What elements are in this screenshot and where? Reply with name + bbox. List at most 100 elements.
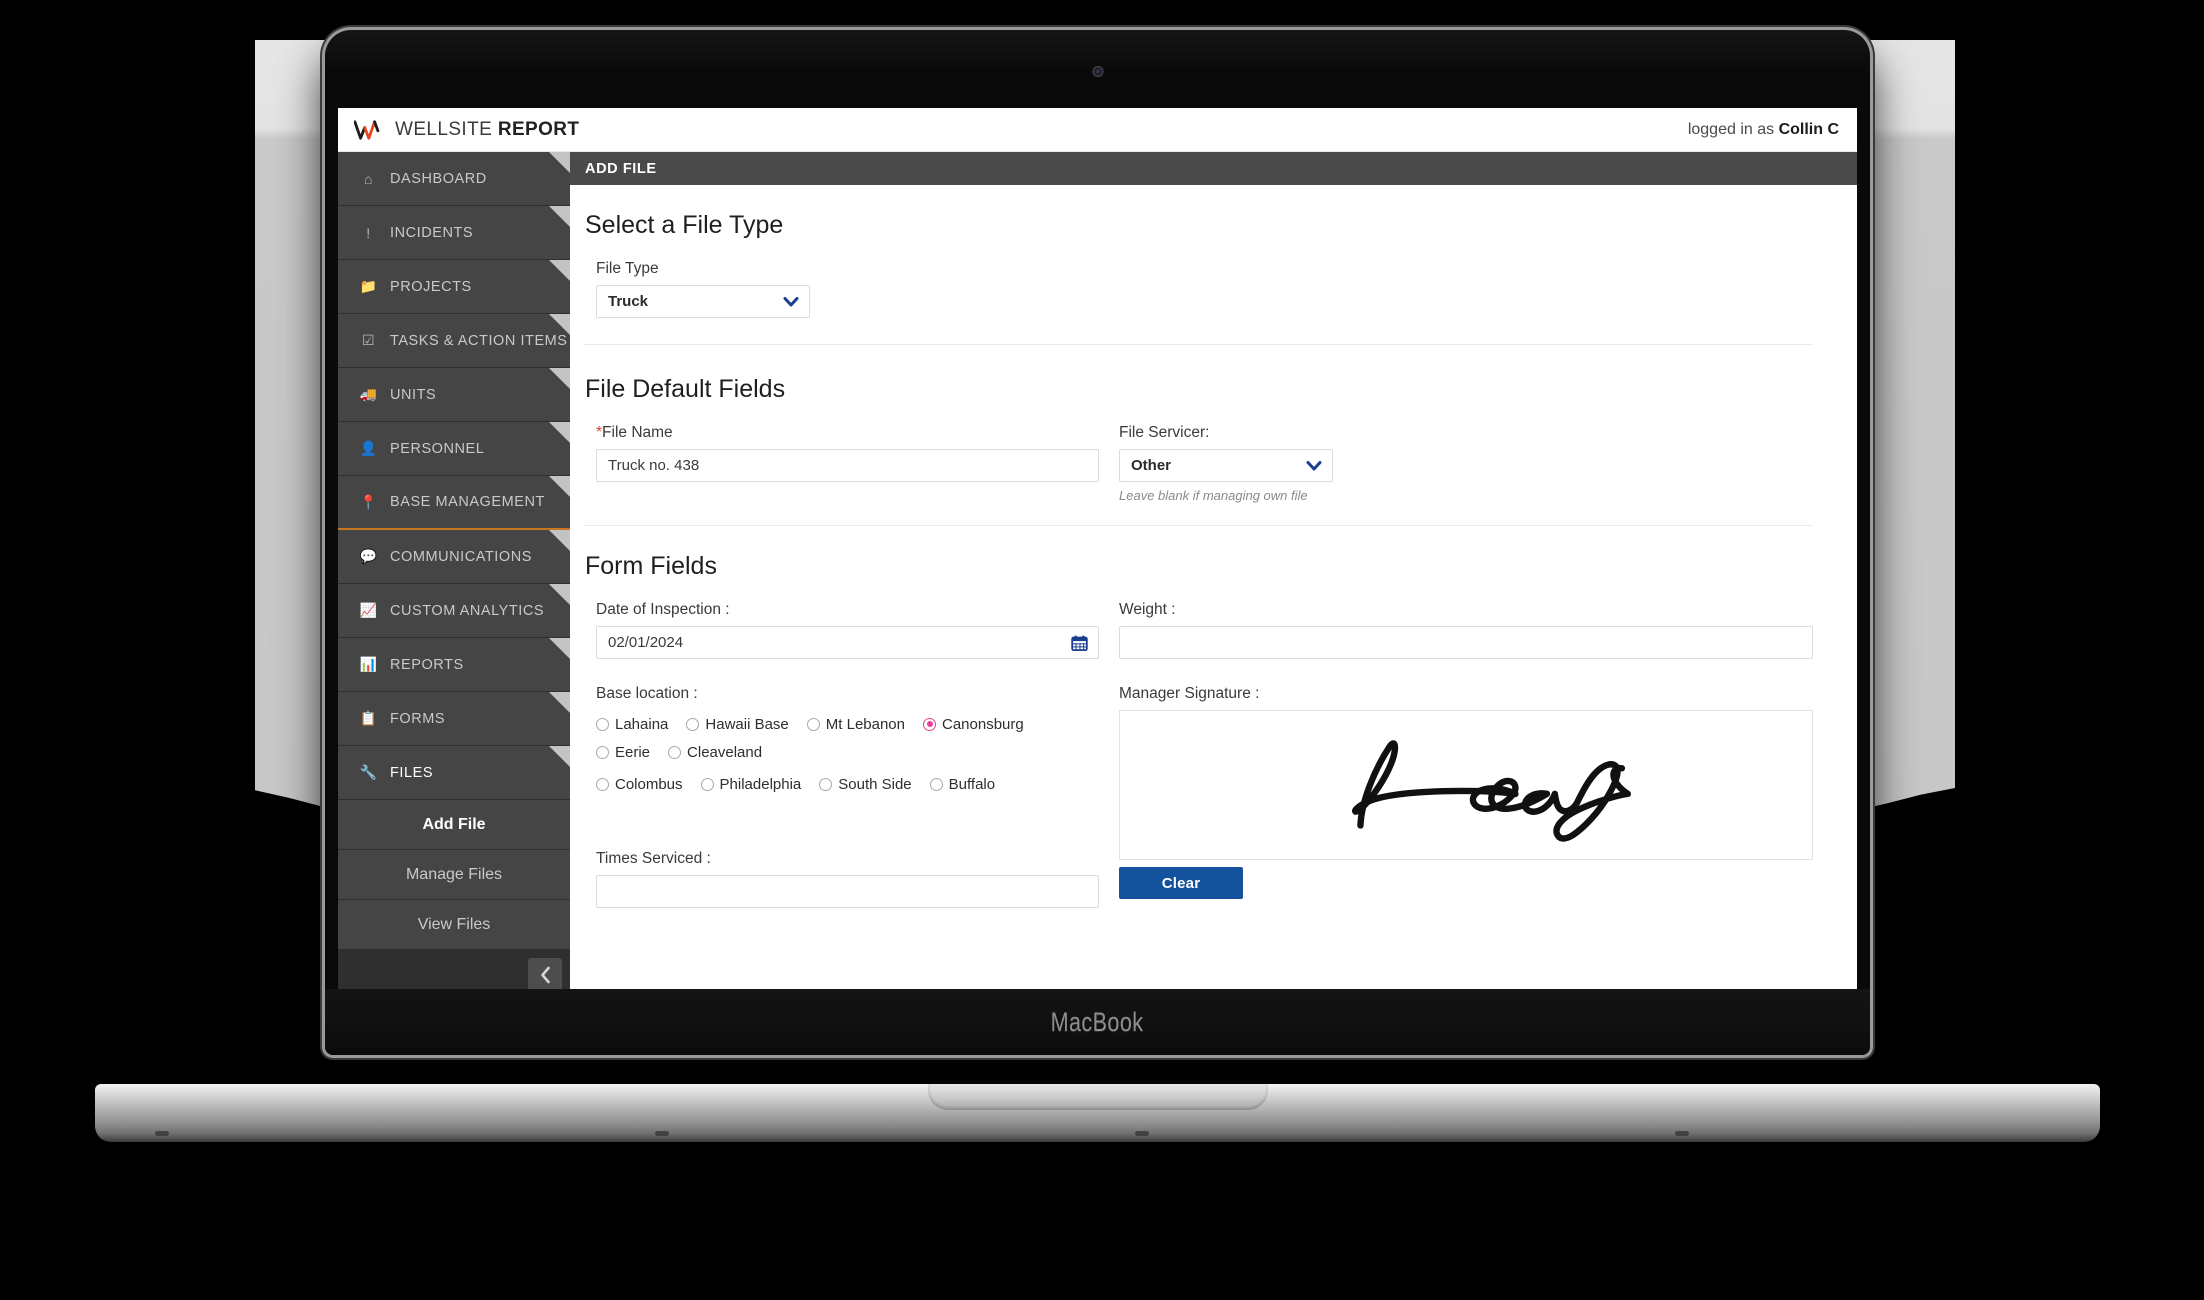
section-form-fields: Form Fields Date of Inspection : 02/01/2… [570,526,1857,908]
laptop-chin: MacBook [325,989,1870,1055]
file-type-label: File Type [596,260,659,277]
sidebar-item-projects[interactable]: 📁 PROJECTS [338,260,570,314]
calendar-icon[interactable] [1071,634,1088,651]
sidebar-item-units[interactable]: 🚚 UNITS [338,368,570,422]
section-select-file-type: Select a File Type File Type Truck [570,185,1857,345]
radio-label: Colombus [615,775,683,793]
radio-mt-lebanon[interactable]: Mt Lebanon [806,710,905,738]
main-content: ADD FILE Select a File Type File Type Tr… [570,152,1857,994]
date-of-inspection-input[interactable]: 02/01/2024 [596,626,1099,659]
radio-label: Canonsburg [942,715,1024,733]
laptop-base [95,1084,2100,1142]
laptop-foot [1135,1131,1149,1136]
folder-icon: 📁 [359,278,378,294]
macbook-device: WELLSITE REPORT logged in as Collin C ⌂ … [95,30,2100,1142]
sidebar-item-label: BASE MANAGEMENT [390,494,545,510]
file-servicer-select[interactable]: Other [1119,449,1333,482]
times-serviced-label: Times Serviced : [596,850,711,867]
weight-label: Weight : [1119,601,1176,618]
clipboard-icon: 📋 [359,710,378,726]
date-of-inspection-label: Date of Inspection : [596,601,730,618]
radio-canonsburg[interactable]: Canonsburg [923,710,1024,738]
sidebar-item-files[interactable]: 🔧 FILES [338,746,570,800]
sidebar-subitem-label: Manage Files [405,865,503,883]
webcam-icon [1092,66,1103,77]
sidebar-item-custom-analytics[interactable]: 📈 CUSTOM ANALYTICS [338,584,570,638]
radio-label: South Side [838,775,912,793]
sidebar-subitem-manage-files[interactable]: Manage Files [338,850,570,900]
radio-dot-icon [596,745,609,759]
corner-flag-icon [549,530,570,551]
file-servicer-label: File Servicer: [1119,424,1210,441]
file-name-label: *File Name [596,424,1099,442]
checkbox-icon: ☑ [361,332,376,348]
manager-signature-canvas[interactable] [1119,710,1813,860]
radio-label: Buffalo [948,775,996,793]
sidebar-item-tasks-action-items[interactable]: ☑ TASKS & ACTION ITEMS [338,314,570,368]
screenshot-stage: WELLSITE REPORT logged in as Collin C ⌂ … [0,0,2204,1300]
laptop-screen: WELLSITE REPORT logged in as Collin C ⌂ … [338,108,1857,994]
times-serviced-input[interactable] [596,875,1099,908]
sidebar-footer [338,950,570,994]
laptop-foot [655,1131,669,1136]
radio-cleaveland[interactable]: Cleaveland [668,738,762,766]
radio-dot-icon [806,717,820,731]
section-heading: Form Fields [585,552,717,580]
file-servicer-value: Other [1131,457,1172,474]
signature-clear-button[interactable]: Clear [1119,867,1243,899]
radio-label: Philadelphia [719,775,802,793]
logged-in-user[interactable]: Collin C [1779,121,1839,138]
file-name-label-text: File Name [602,424,673,441]
base-location-radio-group-row2: Colombus Philadelphia South Side Buffalo [596,770,1099,798]
radio-label: Hawaii Base [705,715,789,733]
corner-flag-icon [549,746,570,767]
sidebar-item-communications[interactable]: 💬 COMMUNICATIONS [338,530,570,584]
sidebar-subitem-add-file[interactable]: Add File [338,800,570,850]
radio-hawaii-base[interactable]: Hawaii Base [686,710,789,738]
sidebar-item-base-management[interactable]: 📍 BASE MANAGEMENT [338,476,570,530]
sidebar-item-personnel[interactable]: 👤 PERSONNEL [338,422,570,476]
brand[interactable]: WELLSITE REPORT [354,119,579,141]
sidebar-item-reports[interactable]: 📊 REPORTS [338,638,570,692]
file-type-select[interactable]: Truck [596,285,810,318]
section-heading: Select a File Type [585,211,784,239]
sidebar-subitem-view-files[interactable]: View Files [338,900,570,950]
file-name-input[interactable]: Truck no. 438 [596,449,1099,482]
exclamation-icon: ! [366,224,371,241]
laptop-lid: WELLSITE REPORT logged in as Collin C ⌂ … [325,30,1870,1055]
wrench-icon: 🔧 [359,764,378,780]
sidebar-item-label: COMMUNICATIONS [390,548,532,565]
sidebar-collapse-button[interactable] [528,958,562,992]
radio-eerie[interactable]: Eerie [596,738,650,766]
chevron-left-icon [540,966,550,984]
sidebar-item-label: DASHBOARD [390,170,487,187]
sidebar-item-dashboard[interactable]: ⌂ DASHBOARD [338,152,570,206]
radio-dot-icon [686,717,700,731]
date-of-inspection-value: 02/01/2024 [608,634,684,651]
truck-icon: 🚚 [359,386,378,402]
radio-dot-icon [668,745,682,759]
radio-dot-icon [923,717,936,731]
radio-dot-icon [596,717,609,731]
radio-label: Lahaina [615,715,669,733]
weight-input[interactable] [1119,626,1813,659]
radio-south-side[interactable]: South Side [819,770,912,798]
home-icon: ⌂ [363,170,373,187]
radio-philadelphia[interactable]: Philadelphia [700,770,802,798]
sidebar-item-incidents[interactable]: ! INCIDENTS [338,206,570,260]
bar-chart-icon: 📊 [359,656,378,672]
manager-signature-label: Manager Signature : [1119,685,1260,702]
app-header: WELLSITE REPORT logged in as Collin C [338,108,1857,152]
radio-colombus[interactable]: Colombus [596,770,683,798]
radio-buffalo[interactable]: Buffalo [929,770,996,798]
corner-flag-icon [549,314,570,335]
radio-dot-icon [700,777,714,791]
sidebar-item-forms[interactable]: 📋 FORMS [338,692,570,746]
wellsite-w-logo-icon [354,119,380,140]
file-servicer-hint: Leave blank if managing own file [1119,488,1308,503]
radio-lahaina[interactable]: Lahaina [596,710,668,738]
corner-flag-icon [549,152,570,173]
sidebar-item-label: PERSONNEL [390,440,485,457]
base-location-label: Base location : [596,685,698,702]
laptop-foot [1675,1131,1689,1136]
